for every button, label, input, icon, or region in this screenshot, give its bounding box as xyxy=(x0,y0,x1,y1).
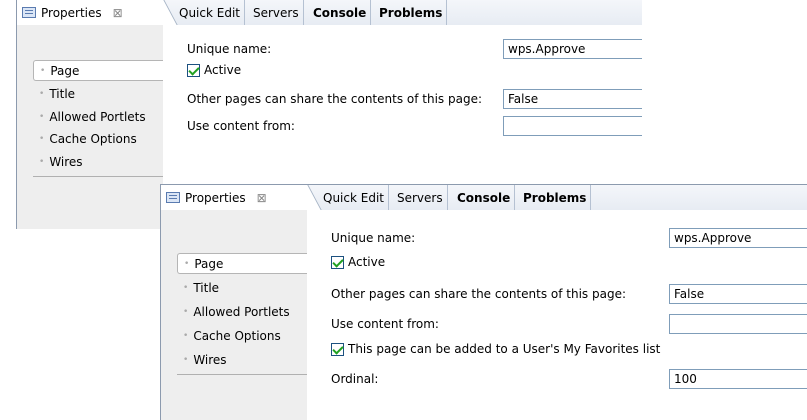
tab-console[interactable]: Console xyxy=(453,185,516,210)
properties-view-front: Properties ⊠ Quick Edit Servers Console … xyxy=(160,184,807,420)
sidebar-item-title[interactable]: • Title xyxy=(177,277,307,298)
sidebar-item-label: Cache Options xyxy=(193,328,281,343)
sidebar-item-cache-options[interactable]: • Cache Options xyxy=(177,325,307,346)
properties-sidebar: • Page • Title • Allowed Portlets • Cache Op… xyxy=(161,210,307,420)
close-icon[interactable]: ⊠ xyxy=(113,6,123,20)
properties-sidebar: • Page • Title • Allowed Portlets • Cache Op… xyxy=(17,25,163,229)
share-select[interactable]: False xyxy=(503,89,642,109)
sidebar-item-label: Wires xyxy=(49,154,83,169)
sidebar-item-label: Title xyxy=(193,280,220,295)
tab-servers[interactable]: Servers xyxy=(393,185,448,210)
properties-page-form: Unique name: wps.Approve Active Other pa… xyxy=(307,210,807,420)
properties-view-label: Properties xyxy=(185,190,246,205)
active-label: Active xyxy=(348,255,386,269)
content-from-label: Use content from: xyxy=(187,119,295,133)
favorites-row: This page can be added to a User's My Fa… xyxy=(331,342,660,356)
properties-icon xyxy=(166,192,180,203)
active-row: Active xyxy=(187,63,241,77)
sidebar-item-allowed-portlets[interactable]: • Allowed Portlets xyxy=(33,106,163,127)
sidebar-item-label: Cache Options xyxy=(49,131,137,146)
view-tabbar: Properties ⊠ Quick Edit Servers Console … xyxy=(17,0,642,26)
properties-view-tab[interactable]: Properties ⊠ xyxy=(17,0,178,25)
sidebar-item-label: Wires xyxy=(193,352,227,367)
sidebar-item-cache-options[interactable]: • Cache Options xyxy=(33,128,163,149)
ordinal-field[interactable]: 100 xyxy=(669,369,807,389)
tab-quick-edit[interactable]: Quick Edit xyxy=(175,0,245,25)
active-checkbox[interactable] xyxy=(331,255,344,269)
sidebar-item-label: Allowed Portlets xyxy=(49,109,146,124)
unique-name-field[interactable]: wps.Approve xyxy=(669,228,807,248)
tab-servers[interactable]: Servers xyxy=(249,0,304,25)
active-checkbox[interactable] xyxy=(187,63,200,77)
favorites-label: This page can be added to a User's My Fa… xyxy=(348,342,661,356)
tab-quick-edit[interactable]: Quick Edit xyxy=(319,185,389,210)
ordinal-label: Ordinal: xyxy=(331,372,379,386)
properties-view-label: Properties xyxy=(41,5,102,20)
sidebar-item-title[interactable]: • Title xyxy=(33,83,163,104)
sidebar-item-label: Allowed Portlets xyxy=(193,304,290,319)
active-label: Active xyxy=(204,63,242,77)
share-label: Other pages can share the contents of th… xyxy=(187,92,482,106)
content-from-field[interactable] xyxy=(503,116,642,136)
close-icon[interactable]: ⊠ xyxy=(257,191,267,205)
tab-console[interactable]: Console xyxy=(309,0,372,25)
sidebar-item-wires[interactable]: • Wires xyxy=(177,349,307,370)
tab-problems[interactable]: Problems xyxy=(519,185,592,210)
share-label: Other pages can share the contents of th… xyxy=(331,287,626,301)
sidebar-item-page[interactable]: • Page xyxy=(33,60,163,81)
properties-view-tab[interactable]: Properties ⊠ xyxy=(161,185,322,210)
sidebar-item-label: Title xyxy=(49,86,76,101)
unique-name-label: Unique name: xyxy=(187,42,272,56)
favorites-checkbox[interactable] xyxy=(331,342,344,356)
sidebar-item-allowed-portlets[interactable]: • Allowed Portlets xyxy=(177,301,307,322)
active-row: Active xyxy=(331,255,385,269)
unique-name-field[interactable]: wps.Approve xyxy=(503,39,642,59)
sidebar-item-wires[interactable]: • Wires xyxy=(33,151,163,172)
sidebar-item-page[interactable]: • Page xyxy=(177,253,307,274)
sidebar-item-label: Page xyxy=(50,63,80,78)
sidebar-item-label: Page xyxy=(194,256,224,271)
unique-name-label: Unique name: xyxy=(331,231,416,245)
tab-problems[interactable]: Problems xyxy=(375,0,448,25)
properties-icon xyxy=(22,7,36,18)
content-from-label: Use content from: xyxy=(331,317,439,331)
share-select[interactable]: False xyxy=(669,284,807,304)
content-from-field[interactable] xyxy=(669,314,807,334)
view-tabbar: Properties ⊠ Quick Edit Servers Console … xyxy=(161,185,807,211)
